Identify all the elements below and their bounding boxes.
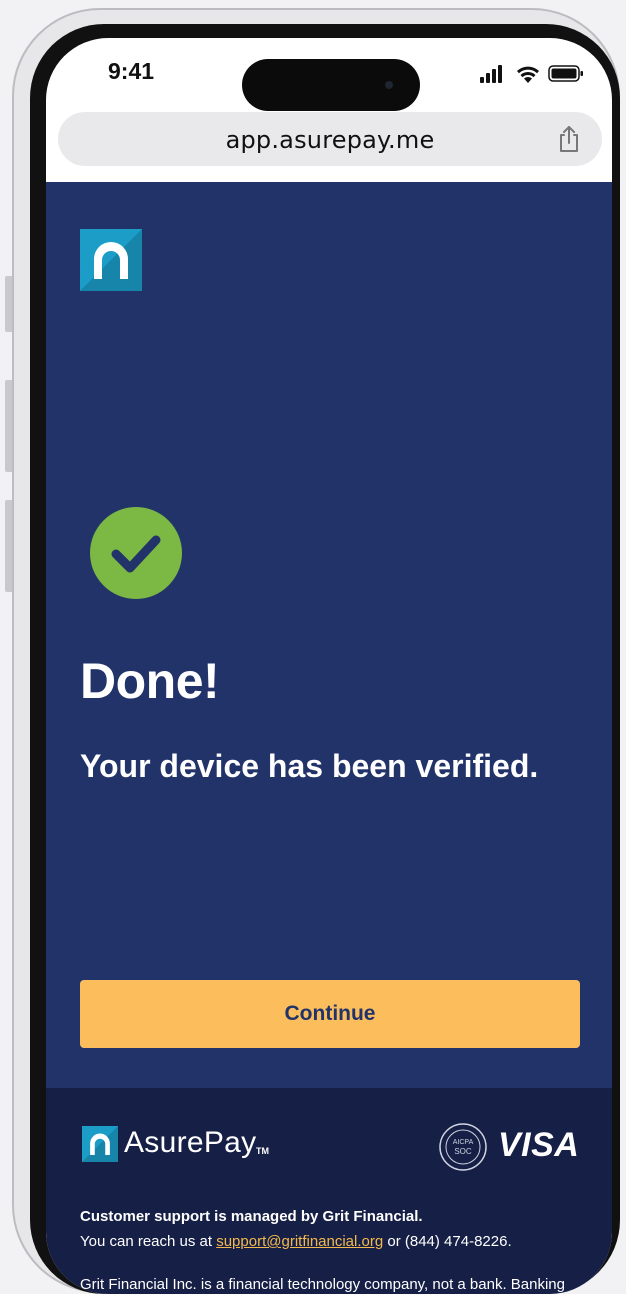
support-contact: You can reach us at support@gritfinancia…	[80, 1233, 512, 1250]
main-content: Done! Your device has been verified. Con…	[46, 182, 612, 1088]
camera-icon	[385, 81, 393, 89]
aicpa-label: AICPA	[453, 1139, 474, 1146]
support-title: Customer support is managed by Grit Fina…	[80, 1208, 423, 1225]
disclaimer-text: Grit Financial Inc. is a financial techn…	[80, 1276, 565, 1293]
wifi-icon	[517, 66, 539, 83]
success-check-icon	[90, 507, 182, 599]
visa-logo: VISA	[498, 1126, 580, 1164]
support-email-link[interactable]: support@gritfinancial.org	[216, 1233, 383, 1250]
status-time: 9:41	[108, 58, 155, 84]
address-bar[interactable]: app.asurepay.me	[58, 112, 602, 166]
soc-label: SOC	[454, 1147, 472, 1156]
url-text: app.asurepay.me	[225, 126, 435, 154]
asurepay-footer-logo-icon	[82, 1126, 118, 1162]
dynamic-island	[242, 59, 420, 111]
status-icons	[480, 64, 590, 84]
aicpa-soc-badge-icon: AICPA SOC	[438, 1122, 488, 1172]
phone-frame: 9:41 app.asurepay.me Done! Your device h…	[12, 8, 620, 1294]
footer: AsurePay TM AICPA SOC VISA Customer supp…	[46, 1088, 612, 1294]
support-suffix: or (844) 474-8226.	[383, 1233, 512, 1250]
support-prefix: You can reach us at	[80, 1233, 217, 1250]
battery-icon	[548, 65, 583, 82]
verification-message: Your device has been verified.	[80, 748, 539, 784]
trademark-mark: TM	[256, 1146, 269, 1156]
continue-button[interactable]: Continue	[80, 980, 580, 1048]
signal-icon	[480, 65, 502, 83]
share-icon[interactable]	[554, 124, 584, 154]
asurepay-logo-icon	[80, 229, 142, 291]
brand-name: AsurePay	[124, 1126, 257, 1159]
page-title: Done!	[80, 653, 220, 709]
phone-screen: 9:41 app.asurepay.me Done! Your device h…	[46, 38, 612, 1294]
